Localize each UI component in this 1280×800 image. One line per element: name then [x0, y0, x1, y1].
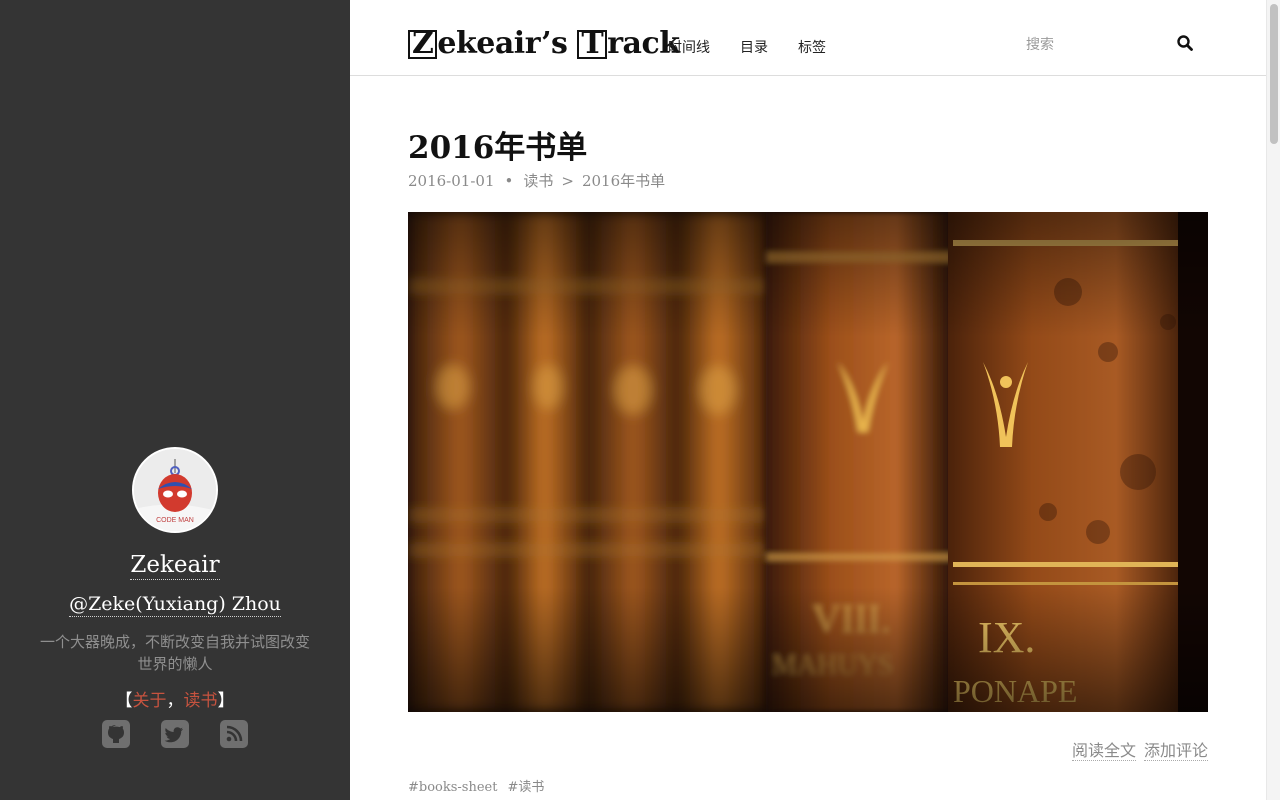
twitter-icon[interactable] [161, 720, 189, 748]
tag-books-sheet[interactable]: #books-sheet [408, 780, 497, 795]
author-handle-text[interactable]: @Zeke(Yuxiang) Zhou [69, 593, 281, 617]
post-category-link[interactable]: 读书 [523, 172, 553, 190]
sidebar: CODE MAN Zekeair @Zeke(Yuxiang) Zhou 一个大… [0, 0, 350, 800]
nav-timeline[interactable]: 时间线 [668, 37, 710, 57]
logo-mid-text: ekeair’s [437, 26, 578, 61]
page-scrollbar[interactable] [1266, 0, 1280, 800]
author-name[interactable]: Zekeair [0, 552, 350, 580]
top-header: Zekeair’s Track 时间线 目录 标签 [350, 0, 1266, 76]
reading-link[interactable]: 读书 [184, 691, 218, 711]
post-title[interactable]: 2016年书单 [408, 122, 587, 167]
breadcrumb-separator: > [561, 172, 574, 190]
books-illustration: VIII. MAHUYS IX. PONAPE [408, 212, 1208, 712]
search-input[interactable] [1026, 34, 1166, 56]
search-icon[interactable] [1176, 34, 1194, 52]
sidebar-links: 【关于，读书】 [0, 686, 350, 711]
bracket-open: 【 [115, 691, 133, 711]
bracket-close: 】 [217, 691, 235, 711]
post-cover-image[interactable]: VIII. MAHUYS IX. PONAPE [408, 212, 1208, 712]
rss-icon[interactable] [220, 720, 248, 748]
site-logo[interactable]: Zekeair’s Track [408, 26, 680, 61]
avatar[interactable]: CODE MAN [132, 447, 218, 533]
github-icon[interactable] [102, 720, 130, 748]
logo-letter-z: Z [408, 29, 438, 59]
links-comma: ， [166, 691, 184, 711]
add-comment-link[interactable]: 添加评论 [1143, 741, 1208, 761]
post-tags: #books-sheet #读书 [408, 776, 554, 795]
meta-bullet: • [504, 172, 514, 190]
author-handle[interactable]: @Zeke(Yuxiang) Zhou [0, 593, 350, 617]
about-link[interactable]: 关于 [133, 691, 167, 711]
tag-reading[interactable]: #读书 [507, 780, 544, 795]
scrollbar-thumb[interactable] [1270, 4, 1278, 144]
post-date: 2016-01-01 [408, 172, 495, 190]
svg-text:CODE MAN: CODE MAN [156, 517, 194, 524]
author-name-text[interactable]: Zekeair [130, 552, 220, 580]
avatar-image: CODE MAN [134, 449, 216, 531]
breadcrumb-current: 2016年书单 [581, 172, 666, 190]
post-meta: 2016-01-01 • 读书 >2016年书单 [408, 170, 665, 191]
nav-tags[interactable]: 标签 [798, 37, 826, 57]
read-more-link[interactable]: 阅读全文 [1071, 741, 1136, 761]
post-actions: 阅读全文 添加评论 [1064, 737, 1208, 761]
logo-letter-t: T [577, 29, 608, 59]
nav-catalog[interactable]: 目录 [740, 37, 768, 57]
author-motto: 一个大器晚成，不断改变自我并试图改变世界的懒人 [39, 633, 310, 673]
